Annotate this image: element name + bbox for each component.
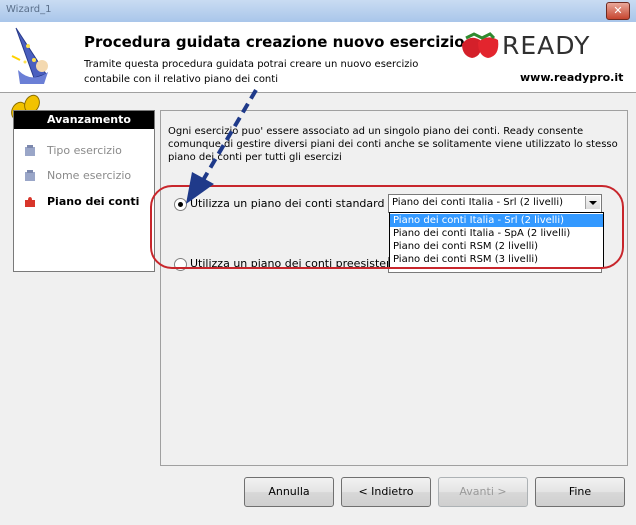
wizard-window: Wizard_1 ✕ Procedura guidata creazione n… <box>0 0 636 525</box>
cancel-button[interactable]: Annulla <box>244 477 334 507</box>
logo-text: READY <box>502 31 591 60</box>
button-bar: Annulla < Indietro Avanti > Fine <box>244 475 625 507</box>
sidebar-item-label: Piano dei conti <box>47 195 140 208</box>
sidebar-item-tipo-esercizio: Tipo esercizio <box>14 142 154 160</box>
progress-sidebar: Avanzamento Tipo esercizio Nome esercizi… <box>13 110 155 272</box>
wizard-header: Procedura guidata creazione nuovo eserci… <box>0 22 636 93</box>
sidebar-item-nome-esercizio: Nome esercizio <box>14 167 154 185</box>
wizard-icon <box>11 27 48 84</box>
step-done-icon <box>25 170 35 181</box>
sidebar-heading: Avanzamento <box>14 111 154 129</box>
sidebar-item-piano-dei-conti: Piano dei conti <box>14 193 154 211</box>
sidebar-heading-label: Avanzamento <box>47 113 131 126</box>
step-done-icon <box>25 145 35 156</box>
next-button[interactable]: Avanti > <box>438 477 528 507</box>
title-bar: Wizard_1 ✕ <box>0 0 636 23</box>
window-title: Wizard_1 <box>6 4 52 15</box>
back-button[interactable]: < Indietro <box>341 477 431 507</box>
finish-button[interactable]: Fine <box>535 477 625 507</box>
dashed-arrow-icon <box>186 88 258 204</box>
close-button[interactable]: ✕ <box>606 2 630 20</box>
website-label: www.readypro.it <box>520 71 624 84</box>
puzzle-icon <box>25 197 35 207</box>
sidebar-item-label: Tipo esercizio <box>47 144 122 157</box>
wizard-title: Procedura guidata creazione nuovo eserci… <box>84 33 465 51</box>
sidebar-item-label: Nome esercizio <box>47 169 132 182</box>
wizard-description: Tramite questa procedura guidata potrai … <box>84 59 419 85</box>
